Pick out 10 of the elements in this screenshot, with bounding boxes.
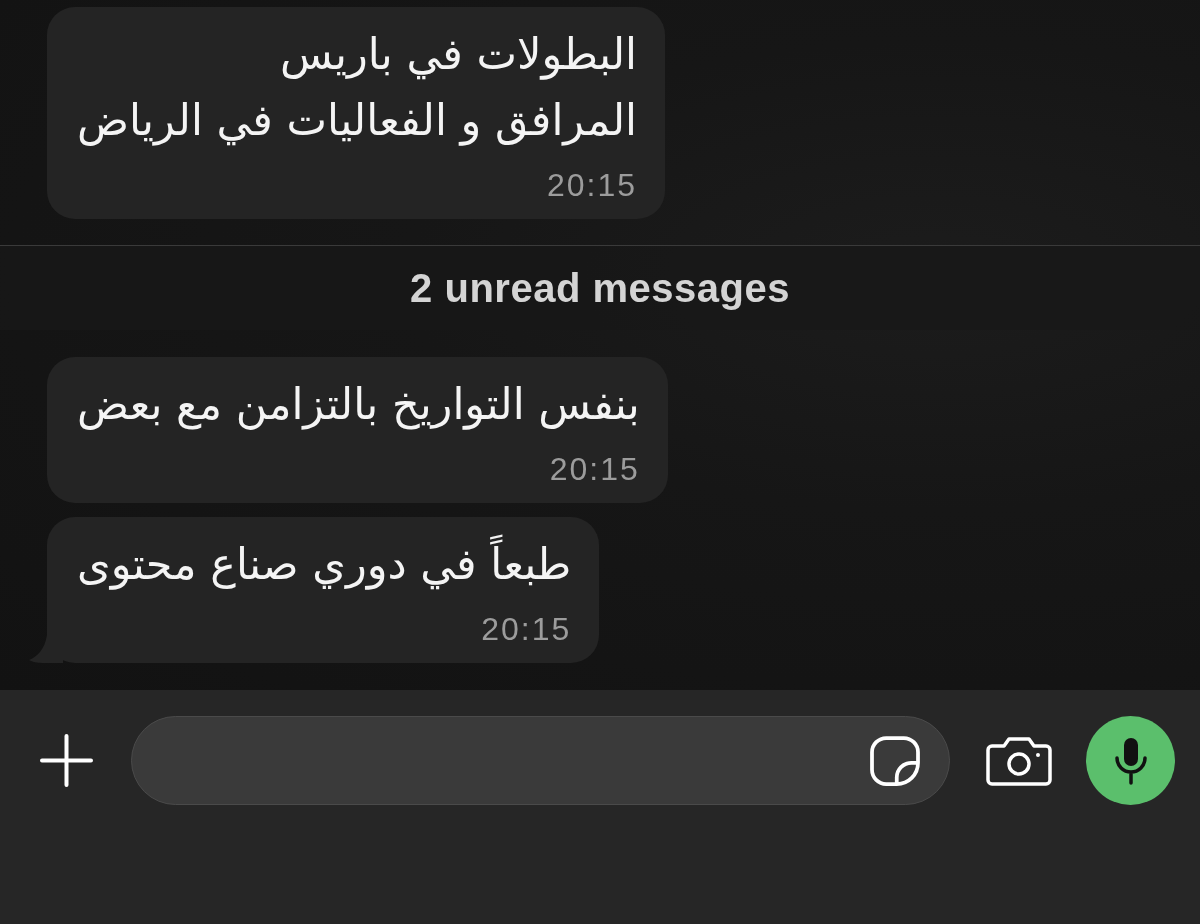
plus-icon[interactable]	[38, 732, 95, 789]
microphone-icon	[1113, 735, 1148, 786]
message-time: 20:15	[549, 450, 640, 489]
message-text: البطولات في باريس المرافق و الفعاليات في الرياض	[77, 28, 637, 148]
camera-icon[interactable]	[986, 735, 1052, 786]
message-time: 20:15	[546, 166, 637, 205]
unread-messages-label: 2 unread messages	[410, 265, 790, 312]
message-time: 20:15	[481, 610, 572, 649]
message-text: طبعاً في دوري صناع محتوى	[77, 531, 572, 597]
message-text: بنفس التواريخ بالتزامن مع بعض	[77, 378, 640, 432]
